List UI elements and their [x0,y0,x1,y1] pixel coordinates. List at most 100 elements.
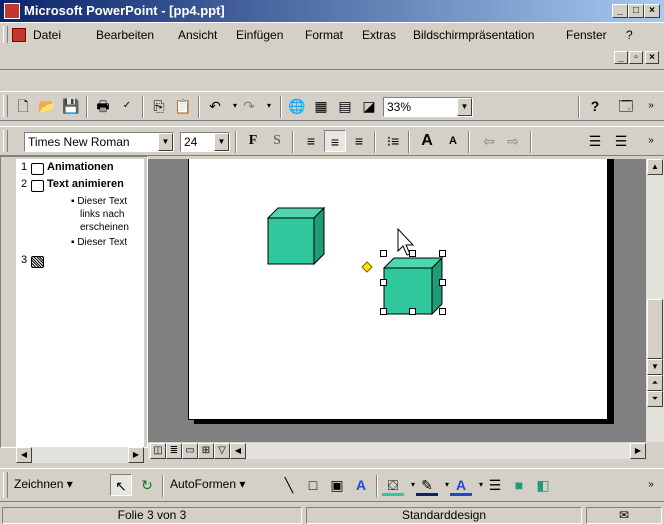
bold-button[interactable]: F [242,130,264,152]
help-icon[interactable]: ? [584,95,606,117]
previous-slide-icon[interactable]: ⏶ [647,375,663,391]
normal-view-icon[interactable]: ◫ [150,443,166,459]
menu-bildschirmpraesentation[interactable]: Bildschirmpräsentation [413,28,534,42]
more-buttons-icon[interactable]: » [640,95,662,117]
doc-minimize-icon[interactable]: _ [614,51,628,64]
outline-slide-2[interactable]: 2 Text animieren [21,178,124,192]
scroll-down-icon[interactable]: ▼ [647,359,663,375]
selection-handle[interactable] [380,279,387,286]
redo-dropdown-icon[interactable]: ▾ [258,95,280,117]
minimize-icon[interactable]: _ [612,4,628,18]
outline-slide-1[interactable]: 1 Animationen [21,161,114,175]
line-spacing-icon[interactable]: ☰ [584,130,606,152]
decrease-font-icon[interactable]: A [442,130,464,152]
menu-ansicht[interactable]: Ansicht [178,28,217,42]
more-buttons-icon[interactable]: » [640,130,662,152]
menu-fenster[interactable]: Fenster [566,28,607,42]
selection-handle[interactable] [409,250,416,257]
font-size-select[interactable]: 24 ▼ [180,132,230,152]
undo-icon[interactable]: ↶ [204,95,226,117]
selection-handle[interactable] [439,279,446,286]
sorter-view-icon[interactable]: ⊞ [198,443,214,459]
font-select[interactable]: Times New Roman ▼ [24,132,174,152]
align-left-icon[interactable]: ≡ [300,130,322,152]
rotate-icon[interactable]: ↻ [136,474,158,496]
chevron-down-icon[interactable]: ▼ [158,133,173,151]
slide-view-icon[interactable]: ▭ [182,443,198,459]
increase-font-icon[interactable]: A [416,130,438,152]
maximize-icon[interactable]: □ [628,4,644,18]
draw-menu[interactable]: Zeichnen ▾ [14,477,73,491]
3d-icon[interactable]: ◧ [532,474,554,496]
outline-bullet[interactable]: ▪ Dieser Text [71,237,127,248]
chevron-down-icon[interactable]: ▼ [457,98,472,116]
promote-icon[interactable]: ⇦ [478,130,500,152]
save-icon[interactable]: 💾 [60,95,82,117]
menu-einfuegen[interactable]: Einfügen [236,28,283,42]
selection-handle[interactable] [409,308,416,315]
copy-icon[interactable]: ⎘ [148,95,170,117]
toolbar-grip[interactable] [3,472,8,498]
scroll-right-icon[interactable]: ▶ [630,443,646,459]
toolbar-grip[interactable] [3,95,8,117]
fill-color-icon[interactable]: ⛋ [382,474,404,496]
line-icon[interactable]: ╲ [278,474,300,496]
outline-view-icon[interactable]: ≣ [166,443,182,459]
grayscale-icon[interactable]: ◪ [358,95,380,117]
outline-slide-3[interactable]: 3 [21,254,44,268]
scroll-left-icon[interactable]: ◀ [16,447,32,463]
next-slide-icon[interactable]: ⏷ [647,391,663,407]
line-color-icon[interactable]: ✎ [416,474,438,496]
paste-icon[interactable]: 📋 [172,95,194,117]
doc-close-icon[interactable]: × [645,51,659,64]
menu-format[interactable]: Format [305,28,343,42]
table-icon[interactable]: ▦ [310,95,332,117]
align-center-icon[interactable]: ≡ [324,130,346,152]
hyperlink-icon[interactable]: 🌐 [286,95,308,117]
select-arrow-icon[interactable]: ↖ [110,474,132,496]
textbox-icon[interactable]: ▣ [326,474,348,496]
scroll-up-icon[interactable]: ▲ [647,159,663,175]
outline-list[interactable]: 1 Animationen 2 Text animieren ▪ Dieser … [16,159,144,447]
rectangle-icon[interactable]: □ [302,474,324,496]
slideshow-view-icon[interactable]: ▽ [214,443,230,459]
vertical-scrollbar[interactable]: ▲ ▼ ⏶ ⏷ [646,159,664,442]
demote-icon[interactable]: ⇨ [502,130,524,152]
menu-grip[interactable] [3,26,8,43]
scroll-right-icon[interactable]: ▶ [128,447,144,463]
menu-bearbeiten[interactable]: Bearbeiten [96,28,154,42]
menu-extras[interactable]: Extras [362,28,396,42]
bullets-icon[interactable]: ⁝≡ [382,130,404,152]
shadow-icon[interactable]: ■ [508,474,530,496]
selection-handle[interactable] [439,308,446,315]
spelling-status-icon[interactable]: ✉ [586,507,662,524]
document-icon[interactable] [12,28,26,42]
align-right-icon[interactable]: ≡ [348,130,370,152]
toolbar-grip[interactable] [3,130,8,152]
chart-icon[interactable]: ▤ [334,95,356,117]
selection-handle[interactable] [380,308,387,315]
close-icon[interactable]: × [644,4,660,18]
powerpoint-icon[interactable] [4,3,20,19]
print-icon[interactable]: 🖶 [92,95,114,117]
menu-datei[interactable]: Datei [33,28,61,42]
wordart-icon[interactable]: A [350,474,372,496]
outline-bullet[interactable]: ▪ Dieser Text [71,196,127,207]
more-buttons-icon[interactable]: » [640,474,662,496]
spellcheck-icon[interactable]: ✓ [116,95,138,117]
slide-canvas[interactable] [188,159,608,420]
slide-icon[interactable]: 🗔 [615,95,637,117]
shadow-button[interactable]: S [266,130,288,152]
doc-restore-icon[interactable]: ▫ [629,51,643,64]
new-icon[interactable]: 🗋 [12,95,34,117]
redo-icon[interactable]: ↷ [238,95,260,117]
spacing-icon[interactable]: ☰ [610,130,632,152]
zoom-select[interactable]: 33% ▼ [383,97,473,117]
selection-handle[interactable] [380,250,387,257]
line-style-icon[interactable]: ☰ [484,474,506,496]
chevron-down-icon[interactable]: ▼ [214,133,229,151]
outline-hscroll[interactable]: ◀ ▶ [16,447,144,463]
font-color-icon[interactable]: A [450,474,472,496]
menu-help[interactable]: ? [626,28,633,42]
scroll-left-icon[interactable]: ◀ [230,443,246,459]
